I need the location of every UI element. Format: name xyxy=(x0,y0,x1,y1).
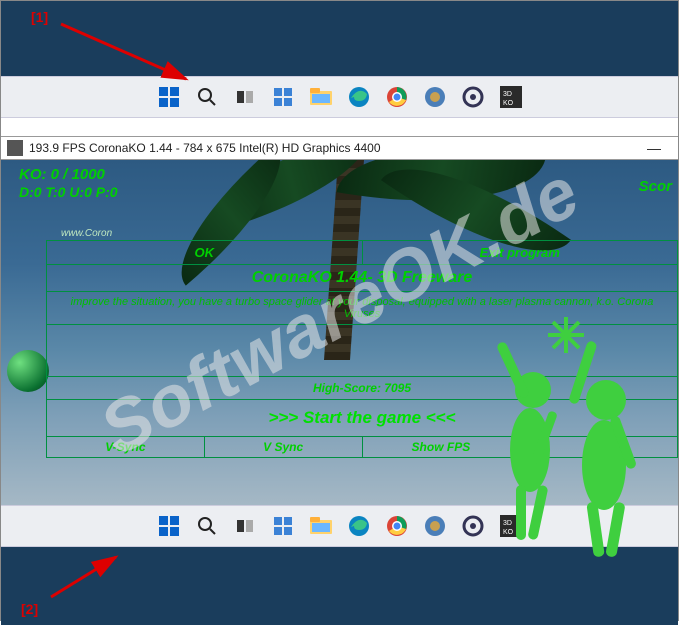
annotation-2: [2] xyxy=(21,601,38,617)
edge-icon[interactable] xyxy=(347,85,371,109)
app-icon-1[interactable] xyxy=(423,85,447,109)
explorer-icon[interactable] xyxy=(309,85,333,109)
desktop-area-top: [1] xyxy=(1,1,678,76)
chrome-icon[interactable] xyxy=(385,514,409,538)
desktop-area-bottom: [2] xyxy=(1,547,678,625)
hud-score: Scor xyxy=(639,178,672,195)
window-titlebar[interactable]: 193.9 FPS CoronaKO 1.44 - 784 x 675 Inte… xyxy=(1,136,678,160)
start-game-button[interactable]: >>> Start the game <<< xyxy=(47,400,677,437)
search-icon[interactable] xyxy=(195,514,219,538)
game-title: CoronaKO 1.44- 3D Freeware xyxy=(47,265,677,292)
taskview-icon[interactable] xyxy=(233,514,257,538)
svg-text:KO: KO xyxy=(503,100,514,107)
annotation-1: [1] xyxy=(31,9,48,25)
hud-stats: D:0 T:0 U:0 P:0 xyxy=(19,184,118,200)
hud-ko: KO: 0 / 1000 xyxy=(19,166,105,183)
taskview-icon[interactable] xyxy=(233,85,257,109)
coronako-icon[interactable]: 3D KO xyxy=(499,514,523,538)
edge-icon[interactable] xyxy=(347,514,371,538)
explorer-icon[interactable] xyxy=(309,514,333,538)
svg-text:3D: 3D xyxy=(503,91,512,98)
svg-text:KO: KO xyxy=(503,529,514,536)
menu-spacer xyxy=(47,325,677,377)
highscore-label: High-Score: 7095 xyxy=(47,377,677,400)
option-vsync-2[interactable]: V Sync xyxy=(205,437,363,457)
app-icon-1[interactable] xyxy=(423,514,447,538)
arrow-1 xyxy=(56,19,196,94)
option-more[interactable]: ... xyxy=(520,437,677,457)
arrow-2 xyxy=(46,552,146,602)
url-text: www.Coron xyxy=(61,228,112,239)
exit-button[interactable]: Exit program xyxy=(363,241,678,264)
svg-text:3D: 3D xyxy=(503,520,512,527)
game-description: improve the situation, you have a turbo … xyxy=(47,292,677,325)
widgets-icon[interactable] xyxy=(271,85,295,109)
coronako-icon[interactable]: 3D KO xyxy=(499,85,523,109)
settings-icon[interactable] xyxy=(461,85,485,109)
widgets-icon[interactable] xyxy=(271,514,295,538)
game-menu: OK Exit program CoronaKO 1.44- 3D Freewa… xyxy=(46,240,678,458)
gap xyxy=(1,118,678,136)
chrome-icon[interactable] xyxy=(385,85,409,109)
settings-icon[interactable] xyxy=(461,514,485,538)
window-title: 193.9 FPS CoronaKO 1.44 - 784 x 675 Inte… xyxy=(29,141,381,155)
option-show-fps[interactable]: Show FPS xyxy=(363,437,521,457)
globe-graphic xyxy=(7,350,49,392)
ok-button[interactable]: OK xyxy=(47,241,363,264)
game-viewport: KO: 0 / 1000 D:0 T:0 U:0 P:0 Scor www.Co… xyxy=(1,160,678,505)
search-icon[interactable] xyxy=(195,85,219,109)
taskbar-bottom: 3D KO xyxy=(1,505,678,547)
start-icon[interactable] xyxy=(157,514,181,538)
minimize-button[interactable]: — xyxy=(636,140,672,156)
titlebar-app-icon xyxy=(7,140,23,156)
option-vsync-1[interactable]: V-Sync xyxy=(47,437,205,457)
